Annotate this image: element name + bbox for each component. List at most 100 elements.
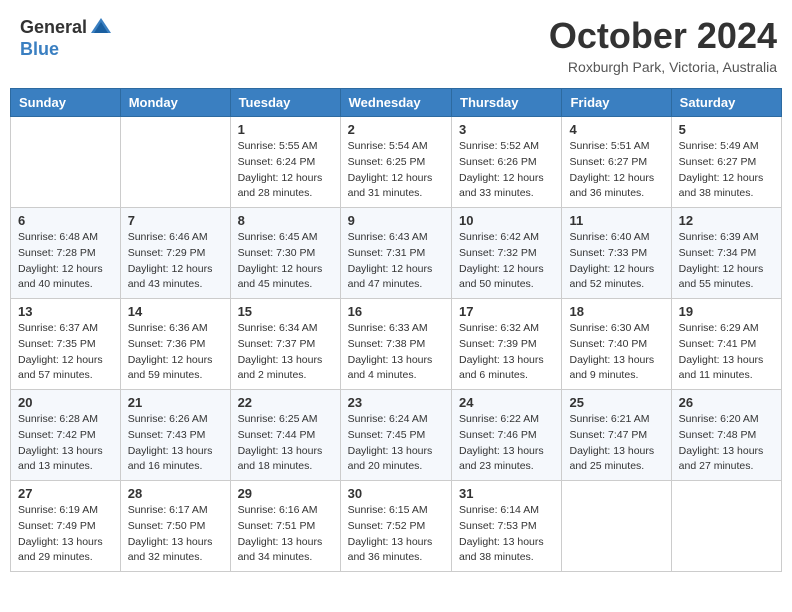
cell-info: Sunrise: 6:26 AM Sunset: 7:43 PM Dayligh…	[128, 412, 223, 475]
calendar-cell: 19 Sunrise: 6:29 AM Sunset: 7:41 PM Dayl…	[671, 299, 781, 390]
calendar-day-header: Tuesday	[230, 89, 340, 117]
cell-sunrise: Sunrise: 6:26 AM	[128, 413, 208, 425]
cell-daylight: Daylight: 12 hours and 45 minutes.	[238, 263, 323, 291]
calendar-cell: 23 Sunrise: 6:24 AM Sunset: 7:45 PM Dayl…	[340, 390, 451, 481]
cell-sunset: Sunset: 7:52 PM	[348, 520, 426, 532]
cell-sunset: Sunset: 7:31 PM	[348, 247, 426, 259]
cell-daylight: Daylight: 13 hours and 25 minutes.	[569, 445, 654, 473]
cell-sunrise: Sunrise: 5:54 AM	[348, 140, 428, 152]
cell-info: Sunrise: 6:21 AM Sunset: 7:47 PM Dayligh…	[569, 412, 663, 475]
cell-sunrise: Sunrise: 6:21 AM	[569, 413, 649, 425]
cell-sunrise: Sunrise: 6:32 AM	[459, 322, 539, 334]
cell-sunset: Sunset: 6:27 PM	[569, 156, 647, 168]
calendar-cell: 29 Sunrise: 6:16 AM Sunset: 7:51 PM Dayl…	[230, 481, 340, 572]
cell-daylight: Daylight: 12 hours and 43 minutes.	[128, 263, 213, 291]
calendar-day-header: Monday	[120, 89, 230, 117]
cell-sunrise: Sunrise: 5:51 AM	[569, 140, 649, 152]
cell-info: Sunrise: 6:14 AM Sunset: 7:53 PM Dayligh…	[459, 503, 554, 566]
cell-sunrise: Sunrise: 6:36 AM	[128, 322, 208, 334]
calendar-cell: 13 Sunrise: 6:37 AM Sunset: 7:35 PM Dayl…	[11, 299, 121, 390]
cell-daylight: Daylight: 13 hours and 16 minutes.	[128, 445, 213, 473]
cell-sunset: Sunset: 7:38 PM	[348, 338, 426, 350]
calendar-cell: 22 Sunrise: 6:25 AM Sunset: 7:44 PM Dayl…	[230, 390, 340, 481]
cell-sunset: Sunset: 6:24 PM	[238, 156, 316, 168]
cell-sunrise: Sunrise: 6:30 AM	[569, 322, 649, 334]
cell-day-number: 29	[238, 486, 333, 501]
cell-info: Sunrise: 6:46 AM Sunset: 7:29 PM Dayligh…	[128, 230, 223, 293]
cell-sunrise: Sunrise: 6:46 AM	[128, 231, 208, 243]
calendar-cell: 30 Sunrise: 6:15 AM Sunset: 7:52 PM Dayl…	[340, 481, 451, 572]
cell-day-number: 24	[459, 395, 554, 410]
cell-day-number: 1	[238, 122, 333, 137]
cell-sunset: Sunset: 7:42 PM	[18, 429, 96, 441]
cell-daylight: Daylight: 13 hours and 36 minutes.	[348, 536, 433, 564]
calendar-cell: 4 Sunrise: 5:51 AM Sunset: 6:27 PM Dayli…	[562, 117, 671, 208]
cell-day-number: 10	[459, 213, 554, 228]
cell-day-number: 16	[348, 304, 444, 319]
calendar-week-row: 1 Sunrise: 5:55 AM Sunset: 6:24 PM Dayli…	[11, 117, 782, 208]
cell-info: Sunrise: 5:52 AM Sunset: 6:26 PM Dayligh…	[459, 139, 554, 202]
cell-info: Sunrise: 6:45 AM Sunset: 7:30 PM Dayligh…	[238, 230, 333, 293]
cell-info: Sunrise: 5:51 AM Sunset: 6:27 PM Dayligh…	[569, 139, 663, 202]
cell-day-number: 21	[128, 395, 223, 410]
calendar-cell: 6 Sunrise: 6:48 AM Sunset: 7:28 PM Dayli…	[11, 208, 121, 299]
cell-sunrise: Sunrise: 6:43 AM	[348, 231, 428, 243]
cell-day-number: 22	[238, 395, 333, 410]
calendar-cell: 16 Sunrise: 6:33 AM Sunset: 7:38 PM Dayl…	[340, 299, 451, 390]
calendar-week-row: 27 Sunrise: 6:19 AM Sunset: 7:49 PM Dayl…	[11, 481, 782, 572]
calendar-cell: 5 Sunrise: 5:49 AM Sunset: 6:27 PM Dayli…	[671, 117, 781, 208]
cell-daylight: Daylight: 13 hours and 20 minutes.	[348, 445, 433, 473]
cell-daylight: Daylight: 12 hours and 50 minutes.	[459, 263, 544, 291]
cell-day-number: 17	[459, 304, 554, 319]
calendar-day-header: Thursday	[452, 89, 562, 117]
cell-sunset: Sunset: 7:39 PM	[459, 338, 537, 350]
cell-daylight: Daylight: 13 hours and 23 minutes.	[459, 445, 544, 473]
cell-sunrise: Sunrise: 6:40 AM	[569, 231, 649, 243]
cell-sunrise: Sunrise: 6:29 AM	[679, 322, 759, 334]
cell-sunset: Sunset: 7:36 PM	[128, 338, 206, 350]
cell-info: Sunrise: 6:17 AM Sunset: 7:50 PM Dayligh…	[128, 503, 223, 566]
logo-general-text: General	[20, 17, 87, 38]
cell-sunrise: Sunrise: 6:14 AM	[459, 504, 539, 516]
cell-sunset: Sunset: 7:49 PM	[18, 520, 96, 532]
location-title: Roxburgh Park, Victoria, Australia	[549, 59, 777, 75]
header: General Blue October 2024 Roxburgh Park,…	[10, 10, 782, 80]
calendar-cell: 10 Sunrise: 6:42 AM Sunset: 7:32 PM Dayl…	[452, 208, 562, 299]
cell-sunrise: Sunrise: 5:52 AM	[459, 140, 539, 152]
cell-info: Sunrise: 6:36 AM Sunset: 7:36 PM Dayligh…	[128, 321, 223, 384]
cell-info: Sunrise: 6:25 AM Sunset: 7:44 PM Dayligh…	[238, 412, 333, 475]
cell-sunrise: Sunrise: 6:20 AM	[679, 413, 759, 425]
cell-day-number: 5	[679, 122, 774, 137]
cell-day-number: 8	[238, 213, 333, 228]
calendar-week-row: 20 Sunrise: 6:28 AM Sunset: 7:42 PM Dayl…	[11, 390, 782, 481]
cell-sunrise: Sunrise: 6:22 AM	[459, 413, 539, 425]
cell-daylight: Daylight: 12 hours and 47 minutes.	[348, 263, 433, 291]
cell-daylight: Daylight: 13 hours and 2 minutes.	[238, 354, 323, 382]
cell-sunset: Sunset: 7:40 PM	[569, 338, 647, 350]
cell-daylight: Daylight: 12 hours and 55 minutes.	[679, 263, 764, 291]
cell-info: Sunrise: 6:15 AM Sunset: 7:52 PM Dayligh…	[348, 503, 444, 566]
cell-sunrise: Sunrise: 6:37 AM	[18, 322, 98, 334]
logo-blue-text: Blue	[20, 39, 59, 59]
cell-sunset: Sunset: 7:48 PM	[679, 429, 757, 441]
calendar-day-header: Sunday	[11, 89, 121, 117]
cell-sunset: Sunset: 7:51 PM	[238, 520, 316, 532]
cell-day-number: 23	[348, 395, 444, 410]
cell-sunrise: Sunrise: 6:48 AM	[18, 231, 98, 243]
cell-sunset: Sunset: 7:37 PM	[238, 338, 316, 350]
cell-day-number: 31	[459, 486, 554, 501]
cell-daylight: Daylight: 13 hours and 34 minutes.	[238, 536, 323, 564]
cell-daylight: Daylight: 13 hours and 27 minutes.	[679, 445, 764, 473]
cell-daylight: Daylight: 12 hours and 36 minutes.	[569, 172, 654, 200]
calendar-cell: 11 Sunrise: 6:40 AM Sunset: 7:33 PM Dayl…	[562, 208, 671, 299]
cell-daylight: Daylight: 12 hours and 40 minutes.	[18, 263, 103, 291]
cell-daylight: Daylight: 12 hours and 57 minutes.	[18, 354, 103, 382]
cell-sunset: Sunset: 7:33 PM	[569, 247, 647, 259]
cell-sunrise: Sunrise: 6:33 AM	[348, 322, 428, 334]
cell-info: Sunrise: 6:43 AM Sunset: 7:31 PM Dayligh…	[348, 230, 444, 293]
cell-sunrise: Sunrise: 6:45 AM	[238, 231, 318, 243]
cell-sunrise: Sunrise: 6:15 AM	[348, 504, 428, 516]
cell-day-number: 3	[459, 122, 554, 137]
cell-daylight: Daylight: 13 hours and 6 minutes.	[459, 354, 544, 382]
cell-info: Sunrise: 5:49 AM Sunset: 6:27 PM Dayligh…	[679, 139, 774, 202]
